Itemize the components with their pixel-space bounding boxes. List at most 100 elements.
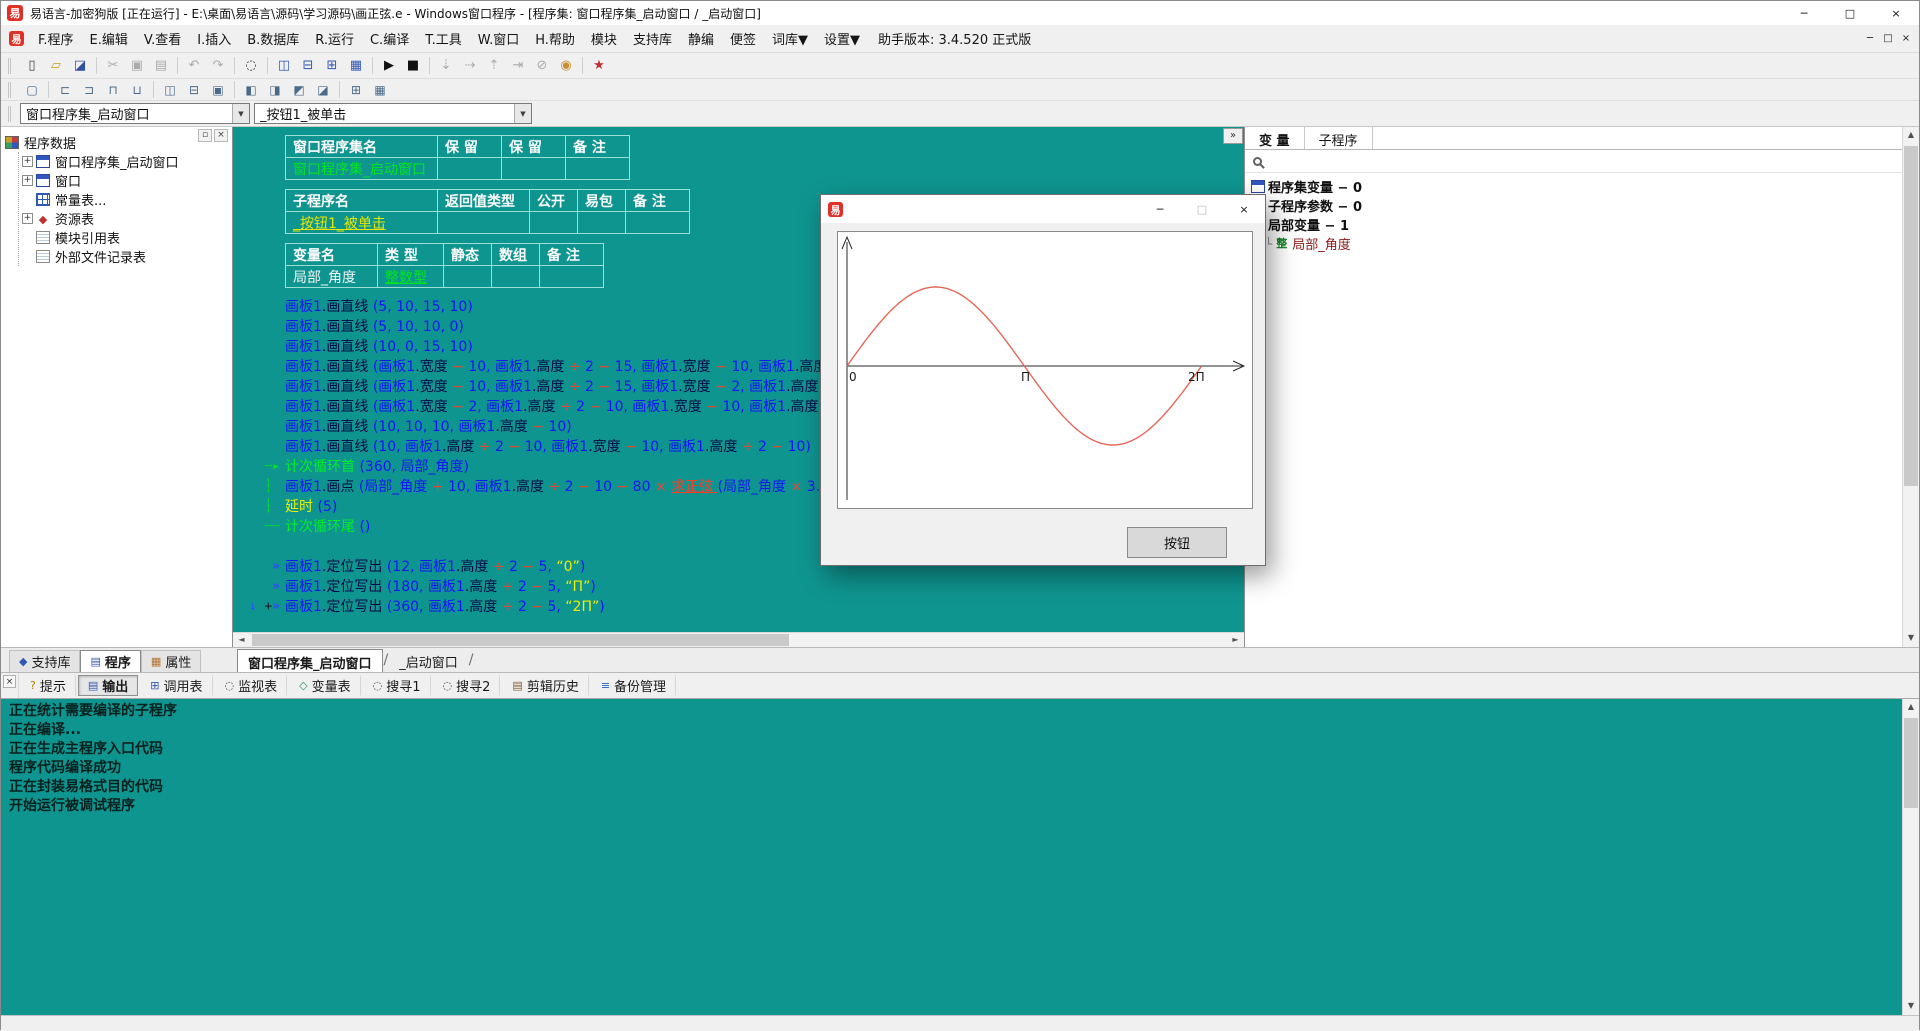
var-tree-assembly-vars[interactable]: 程序集变量 − 0 [1251,177,1902,196]
output-text[interactable]: 正在统计需要编译的子程序正在编译...正在生成主程序入口代码程序代码编译成功正在… [1,699,1902,1015]
popup-close-button[interactable]: × [1223,195,1265,223]
scroll-up-icon[interactable]: ▲ [1903,699,1919,716]
subroutine-combo[interactable]: _按钮1_被单击 ▼ [254,103,532,124]
tab-support-library[interactable]: ◆支持库 [9,650,80,672]
window-vertical-split-icon[interactable]: ◫ [272,55,296,76]
menu-item-5[interactable]: R.运行 [307,26,362,51]
menu-item-1[interactable]: E.编辑 [82,26,136,51]
tree-item-module-refs[interactable]: +模块引用表 [22,228,230,247]
file-tab-startup-window[interactable]: _启动窗口 [389,649,468,672]
copy-icon[interactable]: ▣ [125,55,149,76]
output-close-button[interactable]: × [3,675,16,688]
mdi-restore-button[interactable]: □ [1879,30,1897,48]
table-cell[interactable]: 窗口程序集_启动窗口 [286,158,438,180]
table-cell[interactable] [530,212,578,234]
code-line[interactable]: ↓ +»画板1.定位写出 (360, 画板1.高度 ÷ 2 − 5, “2Π”) [233,597,1244,617]
scrollbar-track[interactable] [1903,144,1919,630]
menu-item-10[interactable]: 模块 [583,26,625,51]
paste-icon[interactable]: ▤ [149,55,173,76]
table-cell[interactable] [502,158,566,180]
tree-item-windows[interactable]: +窗口 [22,171,230,190]
same-height-icon[interactable]: ⊟ [182,79,206,100]
tab-program[interactable]: ▤程序 [80,650,140,672]
table-cell[interactable] [444,266,492,288]
menu-item-4[interactable]: B.数据库 [239,26,307,51]
combo-dropdown-icon[interactable]: ▼ [232,104,249,123]
popup-maximize-button[interactable]: □ [1181,195,1223,223]
mdi-close-button[interactable]: × [1897,30,1915,48]
menu-item-0[interactable]: F.程序 [30,26,82,51]
tree-item-external-files[interactable]: +外部文件记录表 [22,247,230,266]
menu-item-8[interactable]: W.窗口 [470,26,528,51]
find-icon[interactable]: ◌ [239,55,263,76]
tab-backup-manager[interactable]: ≡备份管理 [591,675,676,696]
var-tree-local-angle[interactable]: └整局部_角度 [1251,234,1902,253]
snap-grid-icon[interactable]: ⊞ [344,79,368,100]
table-cell[interactable] [566,158,630,180]
align-left-icon[interactable]: ⊏ [53,79,77,100]
scrollbar-thumb[interactable] [1904,718,1918,808]
scroll-left-icon[interactable]: ◄ [233,633,250,647]
table-cell[interactable]: 局部_角度 [286,266,378,288]
menu-item-11[interactable]: 支持库 [625,26,680,51]
menu-item-7[interactable]: T.工具 [417,26,470,51]
helper-bug-icon[interactable]: ★ [587,55,611,76]
tab-properties[interactable]: ▦属性 [141,650,201,672]
menu-item-14[interactable]: 词库▼ [764,26,816,51]
file-tab-window-assembly[interactable]: 窗口程序集_启动窗口 [237,649,383,672]
pause-hand-icon[interactable]: ◉ [554,55,578,76]
expander-icon[interactable]: + [22,156,33,167]
panel-pin-button[interactable]: ▫ [198,129,212,142]
tab-hints[interactable]: ?提示 [20,675,76,696]
table-cell[interactable] [438,212,530,234]
same-width-icon[interactable]: ◫ [158,79,182,100]
cut-icon[interactable]: ✂ [101,55,125,76]
stop-icon[interactable]: ■ [401,55,425,76]
window-cascade-icon[interactable]: ⊞ [320,55,344,76]
menu-item-6[interactable]: C.编译 [362,26,417,51]
table-cell[interactable] [438,158,502,180]
popup-minimize-button[interactable]: ─ [1139,195,1181,223]
tab-call-table[interactable]: ⊞调用表 [140,675,212,696]
space-horizontal-icon[interactable]: ◩ [287,79,311,100]
scroll-up-icon[interactable]: ▲ [1903,127,1919,144]
tab-variable-table[interactable]: ◇变量表 [289,675,360,696]
tab-search-1[interactable]: ◌搜寻1 [363,675,431,696]
center-vertical-icon[interactable]: ◨ [263,79,287,100]
scroll-right-icon[interactable]: ► [1227,633,1244,647]
expander-icon[interactable]: + [22,175,33,186]
save-icon[interactable]: ◪ [68,55,92,76]
sine-demo-window[interactable]: 易 ─ □ × 0 Π 2Π 按钮 [820,194,1266,566]
align-bottom-icon[interactable]: ⊔ [125,79,149,100]
menu-item-2[interactable]: V.查看 [136,26,189,51]
minimize-button[interactable]: ─ [1781,1,1827,25]
same-size-icon[interactable]: ▣ [206,79,230,100]
var-tree-subroutine-params[interactable]: 子程序参数 − 0 [1251,196,1902,215]
toolbar-grip[interactable] [8,58,13,74]
panel-close-button[interactable]: × [214,129,228,142]
var-tree-local-vars[interactable]: 局部变量 − 1 [1251,215,1902,234]
output-scrollbar[interactable]: ▲ ▼ [1902,699,1919,1015]
table-cell[interactable]: _按钮1_被单击 [286,212,438,234]
tab-subroutines[interactable]: 子程序 [1305,127,1373,149]
undo-icon[interactable]: ↶ [182,55,206,76]
table-cell[interactable] [626,212,690,234]
maximize-button[interactable]: □ [1827,1,1873,25]
breakpoint-icon[interactable]: ⊘ [530,55,554,76]
tree-root-program-data[interactable]: 程序数据 [5,133,230,152]
step-into-icon[interactable]: ⇣ [434,55,458,76]
tree-item-const-table[interactable]: +常量表... [22,190,230,209]
run-icon[interactable]: ▶ [377,55,401,76]
window-tile-icon[interactable]: ▦ [344,55,368,76]
tab-watch-table[interactable]: ◌监视表 [215,675,288,696]
table-cell[interactable] [578,212,626,234]
tree-item-window-assembly[interactable]: +窗口程序集_启动窗口 [22,152,230,171]
step-out-icon[interactable]: ⇡ [482,55,506,76]
tab-clip-history[interactable]: ▤剪辑历史 [502,675,588,696]
menu-item-3[interactable]: I.插入 [189,26,239,51]
popup-titlebar[interactable]: 易 ─ □ × [821,195,1265,223]
scrollbar-track[interactable] [250,633,1227,647]
combo-dropdown-icon[interactable]: ▼ [514,104,531,123]
window-horizontal-split-icon[interactable]: ⊟ [296,55,320,76]
menu-item-13[interactable]: 便签 [722,26,764,51]
